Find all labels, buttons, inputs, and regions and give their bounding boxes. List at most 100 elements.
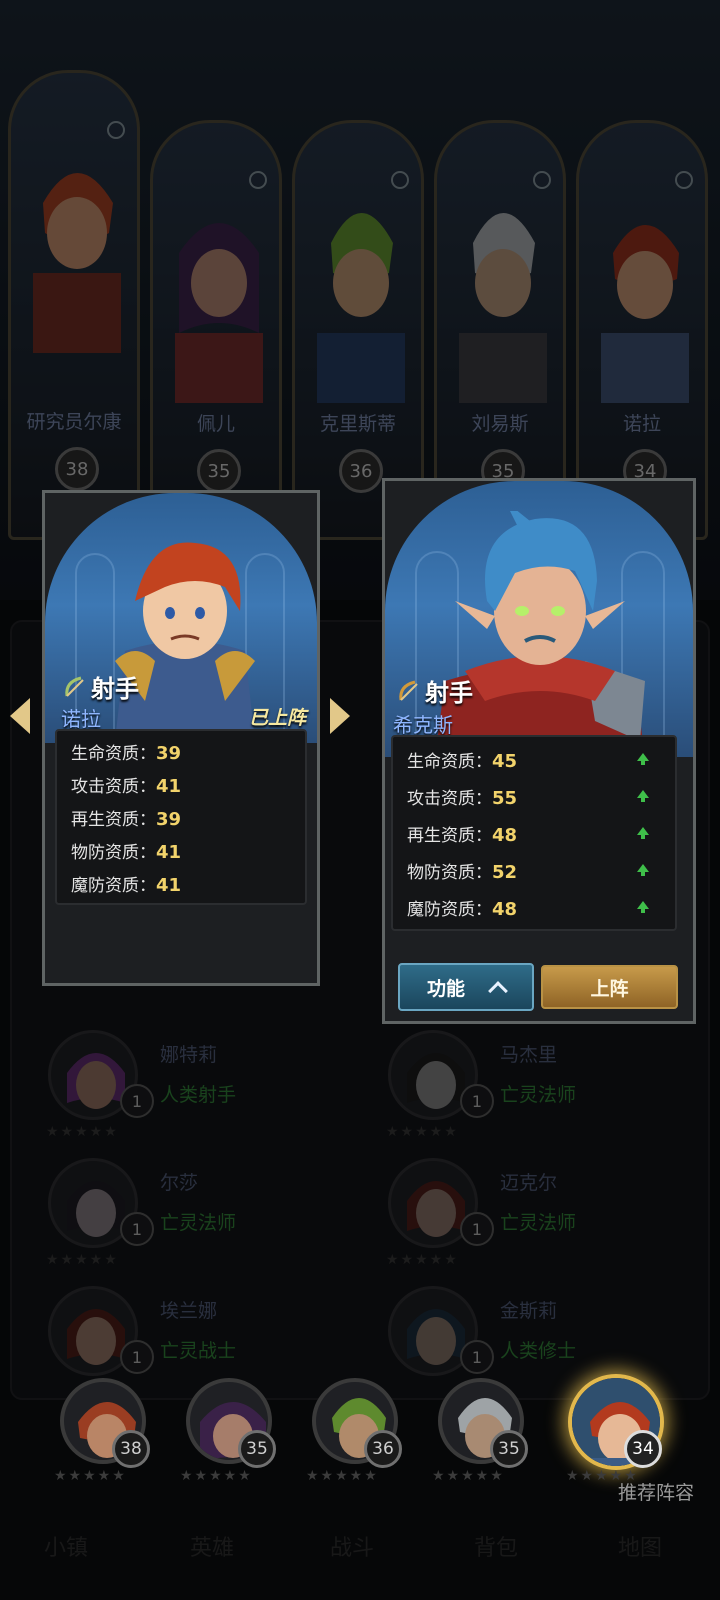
stat-up-icon [637, 827, 649, 839]
stats-box: 生命资质：45 攻击资质：55 再生资质：48 物防资质：52 魔防资质：48 [391, 735, 677, 931]
hero-portrait [317, 213, 405, 403]
top-hero-level: 35 [197, 449, 241, 493]
hero-level-badge: 1 [460, 1084, 494, 1118]
game-screen: 研究员尔康 38 佩儿 35 克里斯蒂 36 刘易斯 35 诺拉 34 1 娜特… [0, 0, 720, 1600]
hero-name: 马杰里 [500, 1044, 558, 1066]
hero-class: 人类修士 [500, 1340, 577, 1362]
hero-portrait [601, 225, 689, 403]
function-button-label: 功能 [426, 977, 465, 1000]
hero-class: 亡灵法师 [500, 1212, 577, 1234]
stats-box: 生命资质：39 攻击资质：41 再生资质：39 物防资质：41 魔防资质：41 [55, 729, 307, 905]
hero-name: 娜特莉 [160, 1044, 218, 1066]
top-hero-name: 刘易斯 [471, 413, 529, 435]
bow-icon [399, 680, 418, 701]
team-level-badge: 36 [364, 1430, 402, 1468]
hero-class: 亡灵战士 [160, 1340, 237, 1362]
stat-up-icon [637, 753, 649, 765]
team-slot-2[interactable]: 35 ★★★★★ [176, 1378, 276, 1484]
hero-portrait [175, 223, 263, 403]
hero-level-badge: 1 [460, 1340, 494, 1374]
deploy-button[interactable]: 上阵 [541, 965, 678, 1009]
hero-role: 射手 [425, 679, 473, 707]
recommend-lineup-label[interactable]: 推荐阵容 [618, 1478, 694, 1505]
list-item[interactable]: 1 娜特莉 人类射手 ★★★★★ [10, 1030, 330, 1150]
star-rating: ★★★★★ [306, 1468, 379, 1484]
team-slot-1[interactable]: 38 ★★★★★ [50, 1378, 150, 1484]
prev-hero-arrow-icon[interactable] [10, 698, 30, 734]
top-hero-name: 克里斯蒂 [319, 413, 396, 435]
star-rating: ★★★★★ [46, 1124, 119, 1140]
hero-class: 亡灵法师 [500, 1084, 577, 1106]
team-slot-5-selected[interactable]: 34 ★★★★★ [562, 1374, 664, 1484]
role-line: 射手 [397, 673, 473, 708]
stat-up-icon [637, 901, 649, 913]
hero-level-badge: 1 [120, 1212, 154, 1246]
team-slot-4[interactable]: 35 ★★★★★ [428, 1378, 528, 1484]
nav-battle[interactable]: 战斗 [330, 1530, 374, 1562]
stat-phys-def: 物防资质：52 [407, 862, 518, 883]
chevron-up-icon [488, 981, 508, 1001]
hero-class: 人类射手 [160, 1084, 237, 1106]
deployed-status: 已上阵 [249, 707, 307, 729]
hero-portrait [33, 173, 121, 353]
top-hero-card-3[interactable]: 克里斯蒂 36 [292, 120, 424, 540]
role-line: 射手 [63, 669, 139, 704]
hero-name: 金斯莉 [500, 1300, 558, 1322]
team-level-badge: 35 [490, 1430, 528, 1468]
hero-name: 迈克尔 [500, 1172, 558, 1194]
top-hero-level: 36 [339, 449, 383, 493]
hero-name: 希克斯 [393, 713, 453, 737]
top-hero-card-4[interactable]: 刘易斯 35 [434, 120, 566, 540]
stat-magic-def: 魔防资质：48 [407, 899, 518, 920]
top-hero-name: 诺拉 [622, 413, 661, 435]
hero-class: 亡灵法师 [160, 1212, 237, 1234]
stat-up-icon [637, 864, 649, 876]
star-rating: ★★★★★ [180, 1468, 253, 1484]
stat-magic-def: 魔防资质：41 [71, 875, 182, 896]
top-hero-name: 佩儿 [196, 413, 235, 435]
function-button[interactable]: 功能 [398, 963, 534, 1011]
stat-regen: 再生资质：39 [71, 809, 182, 830]
hero-level-badge: 1 [120, 1340, 154, 1374]
top-hero-card-1[interactable]: 研究员尔康 38 [8, 70, 140, 540]
compare-hero-panel: 射手 希克斯 生命资质：45 攻击资质：55 再生资质：48 物防资质：52 魔… [382, 478, 696, 1024]
team-slot-3[interactable]: 36 ★★★★★ [302, 1378, 402, 1484]
hero-portrait [115, 542, 255, 741]
stat-hp: 生命资质：39 [71, 743, 182, 764]
nav-backpack[interactable]: 背包 [474, 1530, 518, 1562]
nav-map[interactable]: 地图 [618, 1530, 662, 1562]
stat-attack: 攻击资质：41 [71, 776, 182, 797]
team-level-badge: 35 [238, 1430, 276, 1468]
hero-name: 诺拉 [61, 707, 101, 731]
list-item[interactable]: 1 迈克尔 亡灵法师 ★★★★★ [350, 1158, 670, 1278]
top-hero-name: 研究员尔康 [26, 411, 122, 433]
star-rating: ★★★★★ [54, 1468, 127, 1484]
top-hero-level: 38 [55, 447, 99, 491]
star-rating: ★★★★★ [386, 1124, 459, 1140]
top-hero-card-2[interactable]: 佩儿 35 [150, 120, 282, 540]
hero-name: 尔莎 [160, 1172, 199, 1194]
hero-name: 埃兰娜 [160, 1300, 218, 1322]
list-item[interactable]: 1 马杰里 亡灵法师 ★★★★★ [350, 1030, 670, 1150]
team-level-badge: 34 [624, 1430, 662, 1468]
stat-phys-def: 物防资质：41 [71, 842, 182, 863]
team-level-badge: 38 [112, 1430, 150, 1468]
stat-regen: 再生资质：48 [407, 825, 518, 846]
nav-heroes[interactable]: 英雄 [190, 1530, 234, 1562]
hero-level-badge: 1 [120, 1084, 154, 1118]
hero-level-badge: 1 [460, 1212, 494, 1246]
top-hero-card-5[interactable]: 诺拉 34 [576, 120, 708, 540]
list-item[interactable]: 1 尔莎 亡灵法师 ★★★★★ [10, 1158, 330, 1278]
hero-portrait [459, 213, 547, 403]
stat-up-icon [637, 790, 649, 802]
bow-icon [65, 676, 84, 697]
nav-town[interactable]: 小镇 [44, 1530, 88, 1562]
star-rating: ★★★★★ [386, 1252, 459, 1268]
hero-role: 射手 [91, 675, 139, 703]
stat-attack: 攻击资质：55 [407, 788, 518, 809]
next-hero-arrow-icon[interactable] [330, 698, 350, 734]
hero-portrait [435, 511, 645, 757]
star-rating: ★★★★★ [46, 1252, 119, 1268]
star-rating: ★★★★★ [432, 1468, 505, 1484]
stat-hp: 生命资质：45 [407, 751, 518, 772]
